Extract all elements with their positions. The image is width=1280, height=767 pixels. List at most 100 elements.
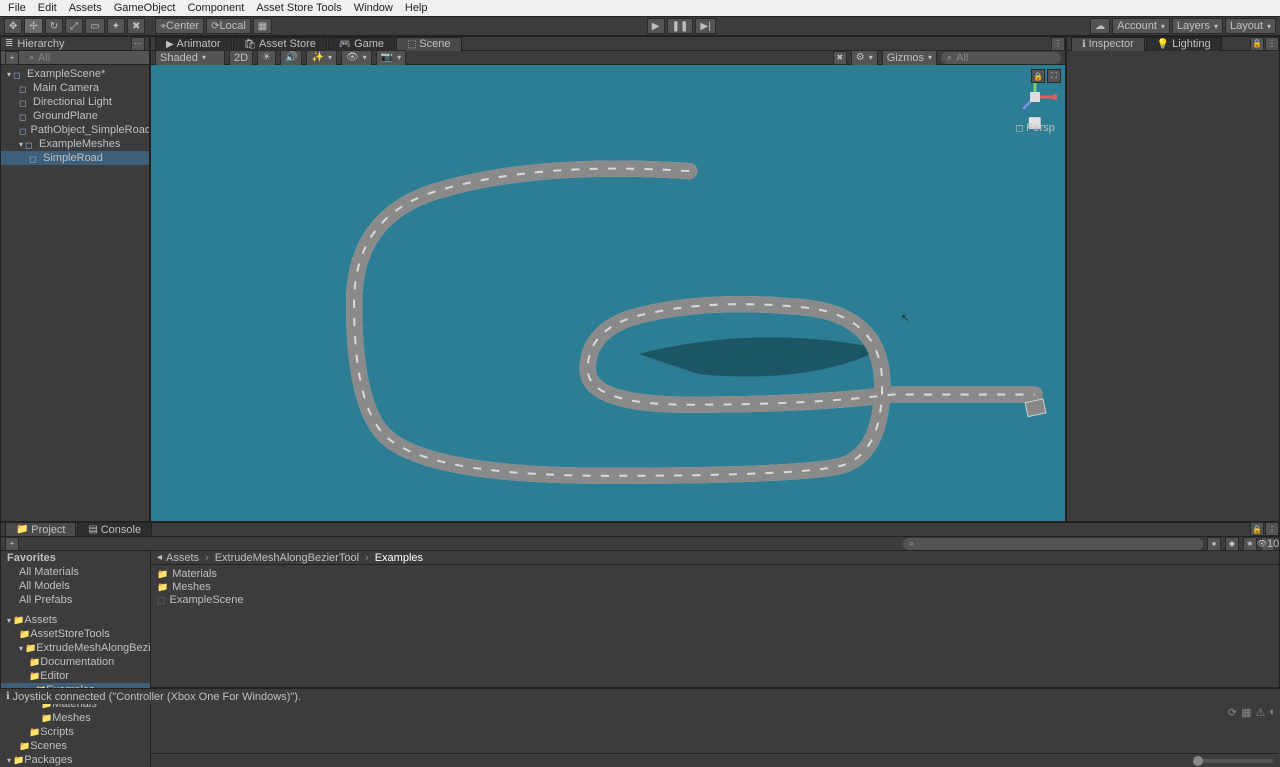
menu-assets[interactable]: Assets	[65, 2, 106, 14]
project-breadcrumb[interactable]: ◂ Assets ExtrudeMeshAlongBezierTool Exam…	[151, 551, 1279, 565]
proj-examples-meshes[interactable]: Meshes	[1, 711, 150, 725]
thumbnail-size-slider[interactable]	[1193, 759, 1273, 763]
gizmos-dropdown[interactable]: Gizmos	[882, 50, 937, 66]
space-toggle-button[interactable]: ⟳Local	[206, 18, 251, 34]
project-assets-root[interactable]: Assets	[1, 613, 150, 627]
menu-file[interactable]: File	[4, 2, 30, 14]
scene-lock-button[interactable]: 🔒	[1031, 69, 1045, 83]
menu-component[interactable]: Component	[183, 2, 248, 14]
layers-dropdown[interactable]: Layers	[1172, 18, 1223, 34]
tab-console[interactable]: ▤ Console	[77, 522, 152, 536]
proj-scenes[interactable]: Scenes	[1, 739, 150, 753]
proj-documentation[interactable]: Documentation	[1, 655, 150, 669]
scale-tool-button[interactable]: ⤢	[65, 18, 83, 34]
status-icon-4[interactable]: ◐	[1269, 706, 1276, 718]
pause-button[interactable]: ❚❚	[667, 18, 694, 34]
menu-assetstoretools[interactable]: Asset Store Tools	[252, 2, 345, 14]
scene-audio-toggle[interactable]: 🔊	[280, 50, 302, 66]
inspector-lock-button[interactable]: 🔒	[1250, 37, 1264, 51]
fav-all-models[interactable]: All Models	[1, 579, 150, 593]
status-icon-1[interactable]: ⟳	[1228, 706, 1237, 719]
play-button[interactable]: ▶	[647, 18, 665, 34]
scene-fx-dropdown[interactable]: ✨	[306, 50, 336, 66]
tab-project[interactable]: 📁 Project	[5, 522, 76, 536]
snap-button[interactable]: ▦	[253, 18, 272, 34]
menu-edit[interactable]: Edit	[34, 2, 61, 14]
pivot-toggle-button[interactable]: ⌖Center	[155, 18, 204, 34]
projection-label[interactable]: ◻ Persp	[1013, 122, 1057, 134]
crumb-tool[interactable]: ExtrudeMeshAlongBezierTool	[215, 552, 359, 564]
rect-tool-button[interactable]: ▭	[85, 18, 104, 34]
hierarchy-tree[interactable]: ExampleScene* Main Camera Directional Li…	[1, 65, 149, 521]
scene-grid-button[interactable]: ✖	[833, 51, 847, 65]
tab-animator[interactable]: ▶ Animator	[155, 37, 232, 51]
hierarchy-item-examplemeshes[interactable]: ExampleMeshes	[1, 137, 149, 151]
content-meshes[interactable]: Meshes	[157, 580, 1273, 593]
hierarchy-add-button[interactable]: +	[5, 51, 19, 65]
project-packages-root[interactable]: Packages	[1, 753, 150, 767]
hierarchy-item-light[interactable]: Directional Light	[1, 95, 149, 109]
status-icon-3[interactable]: ⚠	[1255, 706, 1265, 719]
inspector-options-button[interactable]: ⋮	[1265, 37, 1279, 51]
scene-camera-dropdown[interactable]: 📷	[376, 50, 406, 66]
tab-lighting[interactable]: 💡 Lighting	[1146, 37, 1222, 51]
hierarchy-item-simpleroad[interactable]: SimpleRoad	[1, 151, 149, 165]
hierarchy-item-groundplane[interactable]: GroundPlane	[1, 109, 149, 123]
scene-visibility-dropdown[interactable]: 👁	[341, 50, 372, 66]
account-dropdown[interactable]: Account	[1112, 18, 1170, 34]
hierarchy-item-pathobject[interactable]: PathObject_SimpleRoad	[1, 123, 149, 137]
menu-gameobject[interactable]: GameObject	[110, 2, 180, 14]
scene-light-toggle[interactable]: ☀	[257, 50, 276, 66]
rotate-tool-button[interactable]: ↻	[45, 18, 63, 34]
content-materials[interactable]: Materials	[157, 567, 1273, 580]
menu-help[interactable]: Help	[401, 2, 432, 14]
project-lock-button[interactable]: 🔒	[1250, 522, 1264, 536]
proj-scripts[interactable]: Scripts	[1, 725, 150, 739]
custom-tool-button[interactable]: ✖	[127, 18, 145, 34]
scene-search-input[interactable]: All	[941, 52, 1061, 64]
hierarchy-scene-root[interactable]: ExampleScene*	[1, 67, 149, 81]
crumb-examples[interactable]: Examples	[375, 552, 423, 564]
gameobject-icon	[19, 125, 26, 135]
hierarchy-toolbar: + All	[1, 51, 149, 65]
menu-window[interactable]: Window	[350, 2, 397, 14]
hierarchy-options-button[interactable]: ⋯	[131, 37, 145, 51]
tab-assetstore[interactable]: 🛍 Asset Store	[233, 37, 327, 51]
move-tool-button[interactable]: ✢	[24, 18, 42, 34]
2d-toggle[interactable]: 2D	[229, 50, 253, 66]
filter-type-button[interactable]: ●	[1207, 537, 1221, 551]
project-search-input[interactable]	[903, 538, 1203, 550]
hierarchy-item-camera[interactable]: Main Camera	[1, 81, 149, 95]
os-menu-bar: File Edit Assets GameObject Component As…	[0, 0, 1280, 16]
tab-game[interactable]: 🎮 Game	[328, 37, 395, 51]
proj-editor[interactable]: Editor	[1, 669, 150, 683]
shading-dropdown[interactable]: Shaded	[155, 50, 225, 66]
hierarchy-search-input[interactable]: All	[23, 52, 145, 64]
scene-viewport[interactable]: ⬜ ◻ Persp 🔒 ⛶ ↖	[151, 65, 1065, 521]
cloud-button[interactable]: ☁	[1090, 18, 1110, 34]
proj-extrudetool[interactable]: ExtrudeMeshAlongBezierTool	[1, 641, 150, 655]
layout-dropdown[interactable]: Layout	[1225, 18, 1276, 34]
status-icon-2[interactable]: ▦	[1241, 706, 1251, 719]
transform-tool-button[interactable]: ✦	[107, 18, 125, 34]
step-button[interactable]: ▶|	[695, 18, 715, 34]
project-options-button[interactable]: ⋮	[1265, 522, 1279, 536]
project-tree[interactable]: Favorites All Materials All Models All P…	[1, 551, 151, 767]
crumb-assets[interactable]: Assets	[166, 552, 199, 564]
animator-icon: ▶	[166, 39, 174, 50]
tab-scene[interactable]: ⬚ Scene	[396, 37, 461, 51]
filter-label-button[interactable]: ◆	[1225, 537, 1239, 551]
fav-all-materials[interactable]: All Materials	[1, 565, 150, 579]
proj-assetstoretools[interactable]: AssetStoreTools	[1, 627, 150, 641]
hand-tool-button[interactable]: ✥	[4, 18, 22, 34]
project-contents[interactable]: Materials Meshes ExampleScene	[151, 565, 1279, 753]
hidden-count-button[interactable]: 👁10	[1261, 537, 1275, 551]
content-examplescene[interactable]: ExampleScene	[157, 593, 1273, 606]
fav-all-prefabs[interactable]: All Prefabs	[1, 593, 150, 607]
scene-max-button[interactable]: ⛶	[1047, 69, 1061, 83]
tab-inspector[interactable]: ℹ Inspector	[1071, 37, 1145, 51]
project-add-button[interactable]: +	[5, 537, 19, 551]
center-options-button[interactable]: ⋮	[1051, 37, 1065, 51]
scene-tools-dropdown[interactable]: ⚙	[851, 50, 878, 66]
filter-fav-button[interactable]: ★	[1243, 537, 1257, 551]
